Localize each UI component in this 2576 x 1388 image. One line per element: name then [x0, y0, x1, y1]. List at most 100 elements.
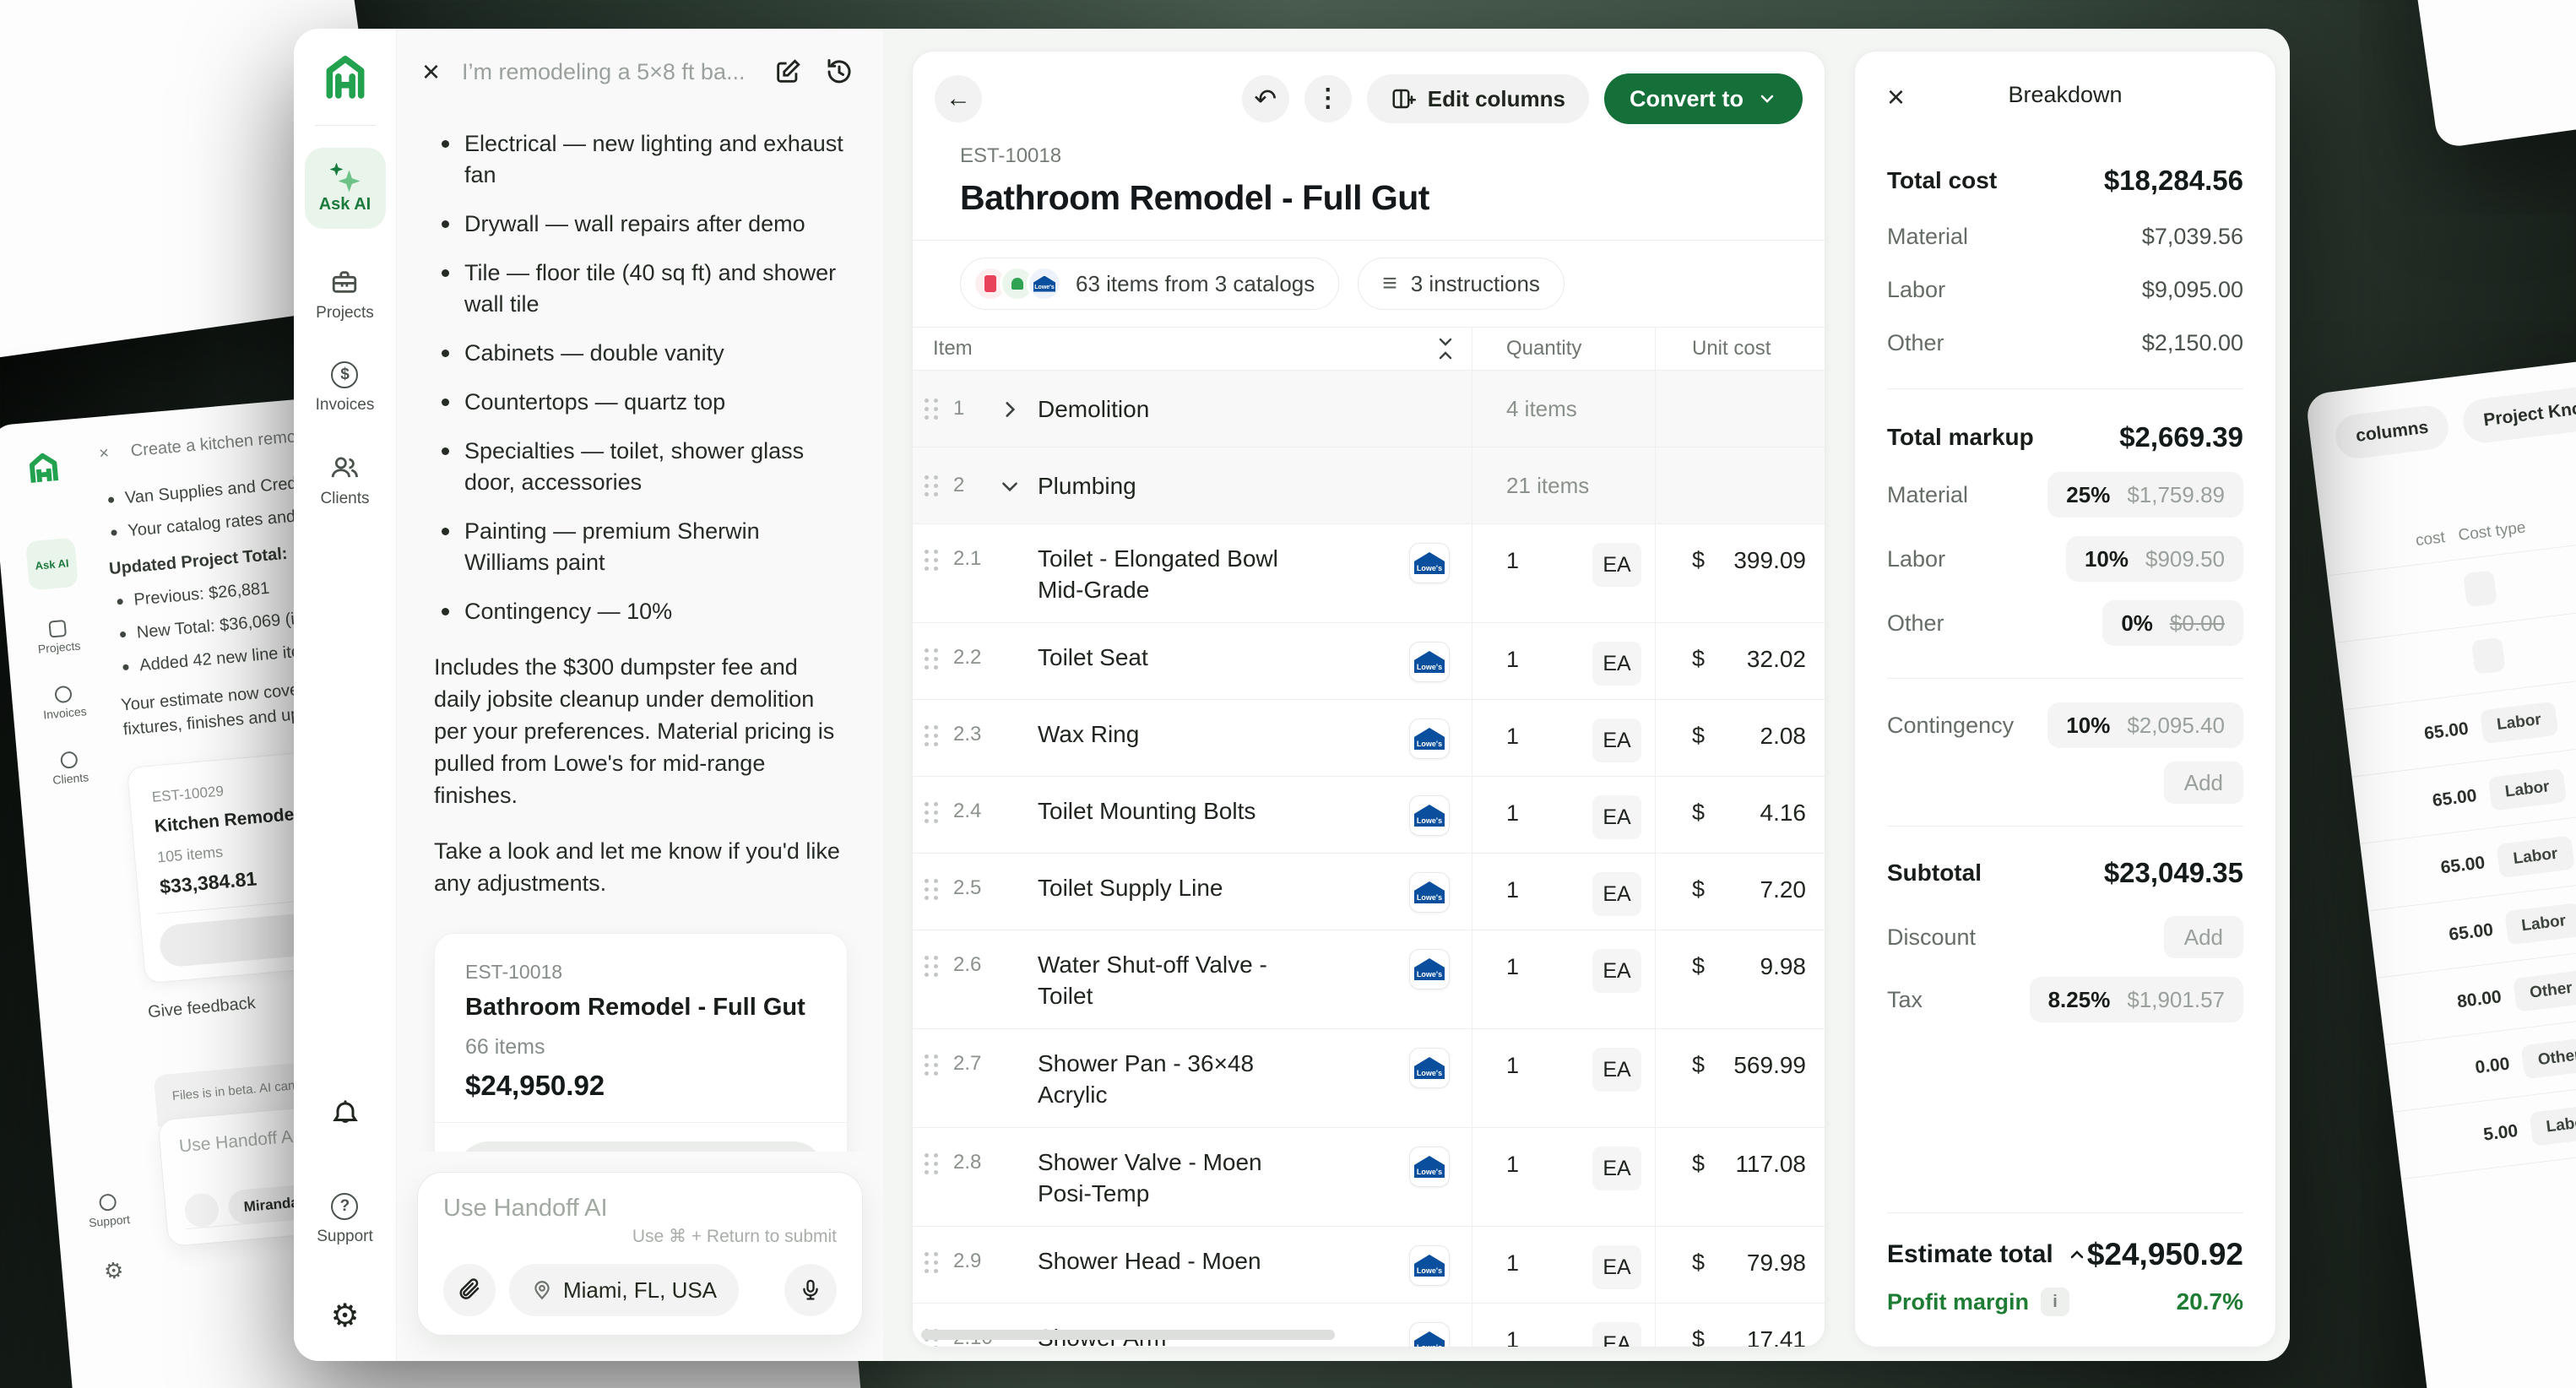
- info-icon[interactable]: i: [2041, 1288, 2069, 1316]
- lowes-vendor-badge[interactable]: Lowe's: [1409, 718, 1450, 759]
- location-chip[interactable]: Miami, FL, USA: [509, 1264, 739, 1316]
- lowes-vendor-badge[interactable]: Lowe's: [1409, 872, 1450, 913]
- markup-input[interactable]: 0% $0.00: [2102, 600, 2243, 646]
- notifications-bell-icon[interactable]: [330, 1098, 361, 1129]
- drag-handle[interactable]: [925, 399, 943, 420]
- lowes-vendor-badge[interactable]: Lowe's: [1409, 1147, 1450, 1187]
- drag-handle[interactable]: [925, 475, 943, 496]
- lowes-vendor-badge[interactable]: Lowe's: [1409, 795, 1450, 836]
- table-item-row[interactable]: 2.5 Toilet Supply Line Lowe's 1 EA $ 7.2…: [913, 854, 1825, 930]
- table-item-row[interactable]: 2.10 Shower Arm Lowe's 1 EA $ 17.41: [913, 1304, 1825, 1347]
- chat-header: × I’m remodeling a 5×8 ft ba...: [397, 29, 883, 115]
- drag-handle[interactable]: [925, 802, 943, 823]
- drag-handle[interactable]: [925, 1055, 943, 1076]
- unit-select[interactable]: EA: [1592, 543, 1641, 587]
- undo-icon: ↶: [1254, 85, 1277, 112]
- drag-handle[interactable]: [925, 1252, 943, 1273]
- sparkles-icon: [328, 163, 362, 193]
- divider: [1887, 678, 2243, 679]
- horizontal-scrollbar[interactable]: [921, 1330, 1335, 1340]
- lowes-vendor-badge[interactable]: Lowe's: [1409, 543, 1450, 583]
- table-group-row[interactable]: 2 Plumbing 21 items: [913, 447, 1825, 524]
- add-discount-button[interactable]: Add: [2164, 916, 2243, 958]
- toolbox-icon: [330, 268, 359, 296]
- chat-input-card: Use ⌘ + Return to submit Miami, FL, USA: [417, 1172, 863, 1336]
- sidebar-item-invoices[interactable]: $ Invoices: [316, 361, 375, 415]
- chat-messages: Electrical — new lighting and exhaust fa…: [397, 115, 883, 1152]
- drag-handle[interactable]: [925, 956, 943, 977]
- table-item-row[interactable]: 2.7 Shower Pan - 36×48 Acrylic Lowe's 1 …: [913, 1029, 1825, 1128]
- drag-handle[interactable]: [925, 725, 943, 746]
- sidebar-rail: Ask AI Projects $ Invoices Clients ? Sup…: [294, 29, 397, 1361]
- table-item-row[interactable]: 2.4 Toilet Mounting Bolts Lowe's 1 EA $ …: [913, 777, 1825, 854]
- unit-select[interactable]: EA: [1592, 795, 1641, 839]
- contingency-input[interactable]: 10% $2,095.40: [2047, 702, 2243, 748]
- columns-icon: [1391, 86, 1416, 111]
- new-chat-icon[interactable]: [773, 57, 802, 86]
- add-button[interactable]: Add: [2164, 762, 2243, 804]
- chevron-down-icon: [1757, 89, 1777, 109]
- chevron-down-icon[interactable]: [999, 474, 1038, 497]
- drag-handle[interactable]: [925, 648, 943, 670]
- close-chat-icon[interactable]: ×: [422, 57, 440, 87]
- table-item-row[interactable]: 2.8 Shower Valve - Moen Posi-Temp Lowe's…: [913, 1128, 1825, 1227]
- sidebar-item-support[interactable]: ? Support: [317, 1193, 373, 1246]
- drag-handle[interactable]: [925, 1153, 943, 1174]
- unit-select[interactable]: EA: [1592, 872, 1641, 916]
- drag-handle[interactable]: [925, 550, 943, 571]
- table-item-row[interactable]: 2.2 Toilet Seat Lowe's 1 EA $ 32.02: [913, 623, 1825, 700]
- catalogs-badge[interactable]: Lowe's 63 items from 3 catalogs: [960, 258, 1339, 310]
- unit-select[interactable]: EA: [1592, 1048, 1641, 1092]
- chevron-right-icon[interactable]: [999, 397, 1038, 420]
- lowes-vendor-badge[interactable]: Lowe's: [1409, 642, 1450, 682]
- table-item-row[interactable]: 2.9 Shower Head - Moen Lowe's 1 EA $ 79.…: [913, 1227, 1825, 1304]
- microphone-button[interactable]: [784, 1264, 837, 1316]
- view-estimate-button[interactable]: View estimate: [457, 1141, 825, 1152]
- ai-bullet: Drywall — wall repairs after demo: [434, 209, 848, 240]
- markup-input[interactable]: 10% $909.50: [2066, 536, 2243, 582]
- ai-bullet: Electrical — new lighting and exhaust fa…: [434, 128, 848, 191]
- unit-select[interactable]: EA: [1592, 718, 1641, 762]
- unit-select[interactable]: EA: [1592, 1322, 1641, 1347]
- submit-hint: Use ⌘ + Return to submit: [443, 1226, 837, 1247]
- catalog-icons: Lowe's: [973, 266, 1062, 301]
- sidebar-item-projects[interactable]: Projects: [316, 268, 374, 323]
- estimate-number: EST-10018: [960, 144, 1796, 168]
- unit-select[interactable]: EA: [1592, 949, 1641, 993]
- edit-columns-button[interactable]: Edit columns: [1367, 74, 1589, 123]
- profit-margin-label: Profit margin i: [1887, 1288, 2069, 1316]
- sidebar-item-ask-ai[interactable]: Ask AI: [305, 148, 386, 229]
- lowes-vendor-badge[interactable]: Lowe's: [1409, 1048, 1450, 1088]
- chat-thread-title[interactable]: I’m remodeling a 5×8 ft ba...: [462, 59, 751, 85]
- undo-button[interactable]: ↶: [1242, 75, 1289, 122]
- convert-to-button[interactable]: Convert to: [1604, 73, 1803, 124]
- back-button[interactable]: ←: [935, 75, 982, 122]
- unit-select[interactable]: EA: [1592, 642, 1641, 686]
- unit-select[interactable]: EA: [1592, 1245, 1641, 1289]
- chat-input[interactable]: [443, 1195, 837, 1223]
- unit-select[interactable]: EA: [1592, 1147, 1641, 1190]
- instructions-badge[interactable]: ≡ 3 instructions: [1358, 258, 1565, 310]
- table-item-row[interactable]: 2.6 Water Shut-off Valve - Toilet Lowe's…: [913, 930, 1825, 1029]
- sidebar-item-clients[interactable]: Clients: [320, 453, 369, 508]
- table-item-row[interactable]: 2.1 Toilet - Elongated Bowl Mid-Grade Lo…: [913, 524, 1825, 623]
- list-icon: ≡: [1382, 271, 1397, 296]
- attach-file-button[interactable]: [443, 1264, 496, 1316]
- drag-handle[interactable]: [925, 879, 943, 900]
- backdrop-clients: Clients: [51, 750, 89, 787]
- lowes-vendor-badge[interactable]: Lowe's: [1409, 1322, 1450, 1347]
- collapse-all-icon[interactable]: [1436, 338, 1455, 360]
- settings-gear-icon[interactable]: ⚙: [330, 1300, 359, 1332]
- chat-history-icon[interactable]: [824, 57, 854, 87]
- estimate-total-toggle[interactable]: Estimate total: [1887, 1240, 2087, 1269]
- lowes-vendor-badge[interactable]: Lowe's: [1409, 949, 1450, 989]
- markup-input[interactable]: 25% $1,759.89: [2047, 472, 2243, 518]
- handoff-logo-icon[interactable]: [322, 54, 369, 101]
- lowes-vendor-badge[interactable]: Lowe's: [1409, 1245, 1450, 1286]
- table-group-row[interactable]: 1 Demolition 4 items: [913, 371, 1825, 447]
- tax-input[interactable]: 8.25% $1,901.57: [2030, 977, 2243, 1022]
- backdrop-card-top-right: [2279, 0, 2576, 149]
- contingency-row: Contingency 10% $2,095.40: [1887, 702, 2243, 748]
- table-item-row[interactable]: 2.3 Wax Ring Lowe's 1 EA $ 2.08: [913, 700, 1825, 777]
- more-options-button[interactable]: ⋮: [1304, 75, 1352, 122]
